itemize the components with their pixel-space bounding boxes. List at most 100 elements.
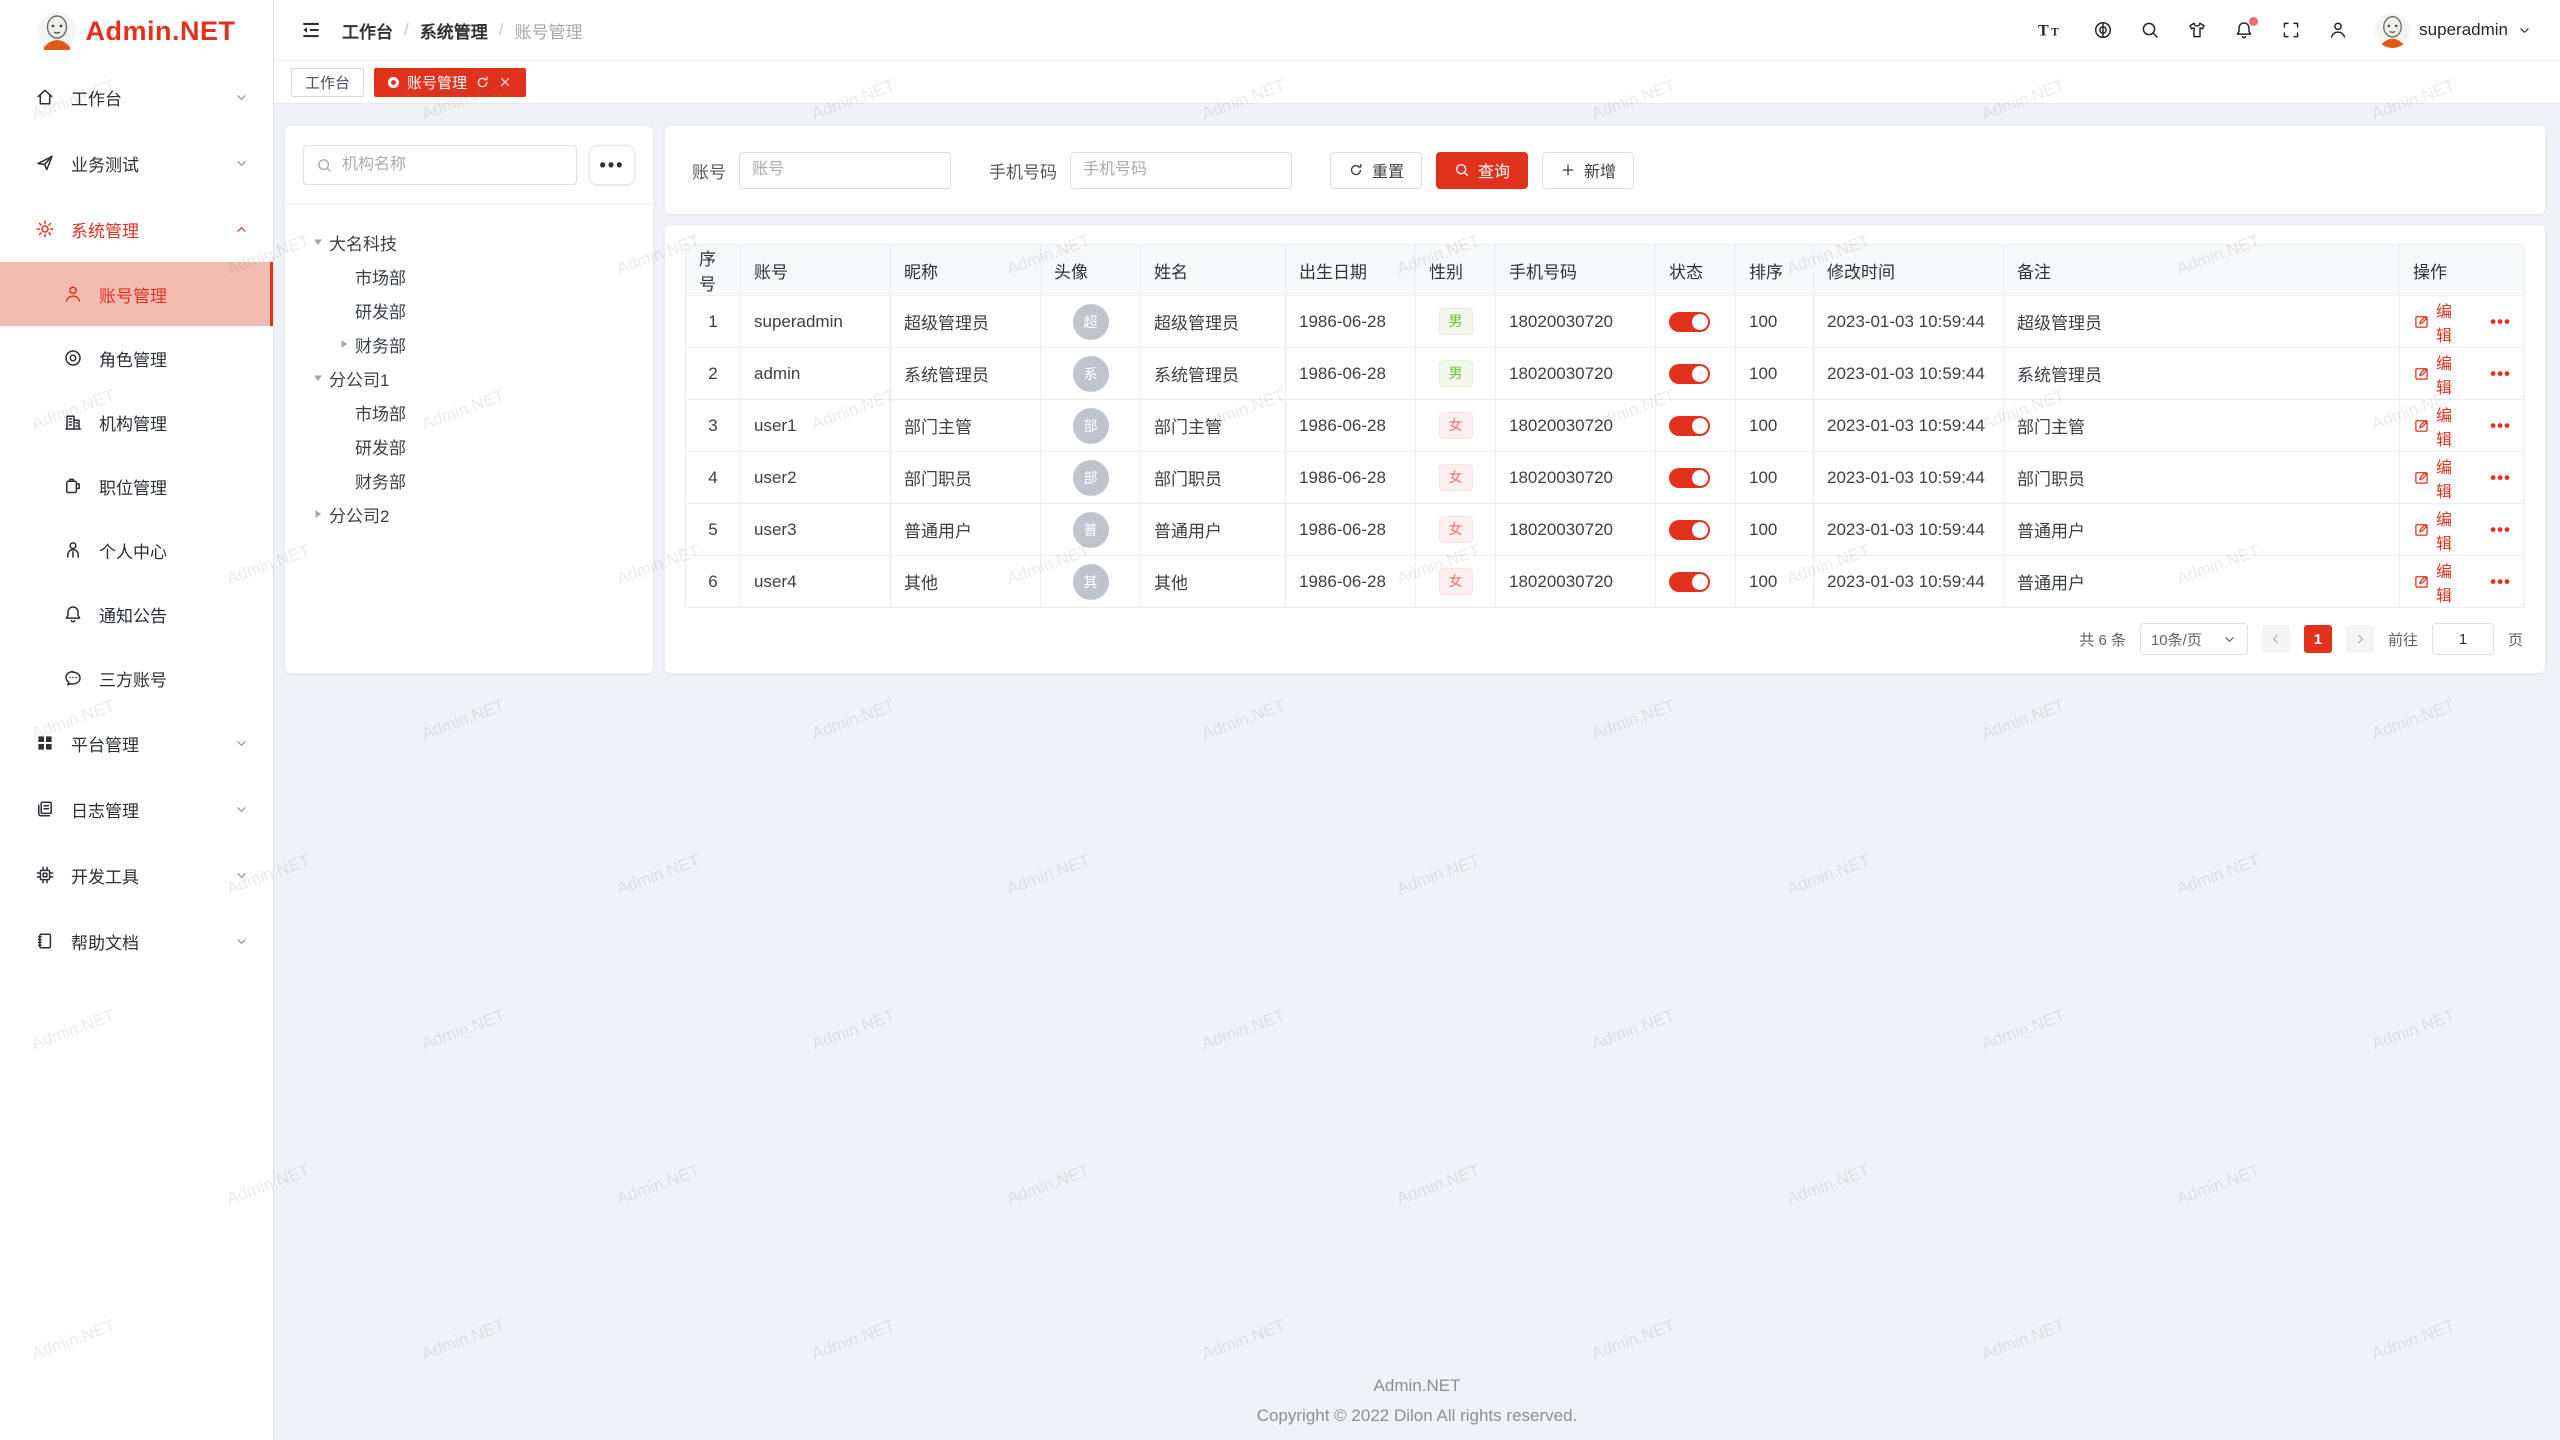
tree-node[interactable]: 财务部 [295,463,643,497]
cell-remark: 系统管理员 [2004,348,2400,400]
tab-workbench[interactable]: 工作台 [291,68,364,97]
edit-button[interactable]: 编辑 [2413,454,2467,502]
tab-account-mgmt[interactable]: 账号管理 [374,68,526,97]
add-button[interactable]: 新增 [1542,152,1634,189]
font-size-icon[interactable]: TT [2038,20,2066,40]
svg-text:T: T [2051,27,2059,39]
tree-node-label: 财务部 [355,468,406,493]
sidebar-item-system-mgmt[interactable]: 系统管理 [0,196,273,262]
tree-node[interactable]: 分公司2 [295,497,643,531]
notification-icon[interactable] [2234,20,2254,40]
sidebar-item-personal-center[interactable]: 个人中心 [0,518,273,582]
org-search-input[interactable] [342,156,564,174]
row-more-button[interactable]: ••• [2490,416,2511,436]
edit-button[interactable]: 编辑 [2413,350,2467,398]
table-row: 1superadmin超级管理员超超级管理员1986-06-28男1802003… [686,296,2525,348]
cell-status [1656,400,1736,452]
profile-icon[interactable] [2328,20,2348,40]
chevron-down-icon [234,934,249,949]
row-more-button[interactable]: ••• [2490,520,2511,540]
tree-node-label: 分公司1 [329,366,389,391]
status-toggle[interactable] [1669,364,1710,384]
sidebar-item-notice[interactable]: 通知公告 [0,582,273,646]
sidebar-item-third-party-account[interactable]: 三方账号 [0,646,273,710]
col-gender: 性别 [1416,245,1496,296]
breadcrumb-item[interactable]: 工作台 [342,18,393,43]
status-toggle[interactable] [1669,312,1710,332]
close-tab-icon[interactable] [498,75,512,89]
row-more-button[interactable]: ••• [2490,312,2511,332]
caret-right-icon[interactable] [333,338,355,350]
sidebar-item-dev-tools[interactable]: 开发工具 [0,842,273,908]
footer-title: Admin.NET [274,1376,2560,1396]
cell-name: 普通用户 [1141,504,1286,556]
goto-page-input[interactable] [2432,623,2494,655]
row-more-button[interactable]: ••• [2490,364,2511,384]
page-size-select[interactable]: 10条/页 [2140,623,2248,655]
language-icon[interactable] [2093,20,2113,40]
org-tree-panel: ••• 大名科技市场部研发部财务部分公司1市场部研发部财务部分公司2 [285,126,653,673]
user-menu[interactable]: superadmin [2375,13,2532,48]
account-label: 账号 [692,158,726,183]
status-toggle[interactable] [1669,468,1710,488]
caret-right-icon[interactable] [307,508,329,520]
cell-modified: 2023-01-03 10:59:44 [1814,556,2004,608]
account-input[interactable] [739,152,951,189]
phone-input[interactable] [1070,152,1292,189]
avatar: 其 [1073,564,1109,600]
sidebar-item-label: 角色管理 [99,346,249,371]
tree-node[interactable]: 市场部 [295,395,643,429]
refresh-tab-icon[interactable] [475,75,490,90]
sidebar-item-role-mgmt[interactable]: 角色管理 [0,326,273,390]
status-toggle[interactable] [1669,520,1710,540]
breadcrumb-item[interactable]: 系统管理 [420,18,488,43]
edit-button[interactable]: 编辑 [2413,506,2467,554]
position-icon [62,476,83,496]
table-row: 5user3普通用户普普通用户1986-06-28女18020030720100… [686,504,2525,556]
bell-icon [62,604,83,624]
sidebar-item-org-mgmt[interactable]: 机构管理 [0,390,273,454]
row-more-button[interactable]: ••• [2490,468,2511,488]
filter-panel: 账号 手机号码 重置 查询 [665,126,2545,214]
chevron-down-icon [234,736,249,751]
tree-node[interactable]: 分公司1 [295,361,643,395]
fullscreen-icon[interactable] [2281,20,2301,40]
status-toggle[interactable] [1669,416,1710,436]
sidebar-item-business-test[interactable]: 业务测试 [0,130,273,196]
collapse-sidebar-icon[interactable] [300,19,322,41]
page-number-current[interactable]: 1 [2304,625,2332,653]
sidebar-item-help-docs[interactable]: 帮助文档 [0,908,273,974]
tree-node[interactable]: 研发部 [295,293,643,327]
row-more-button[interactable]: ••• [2490,572,2511,592]
tab-bar: 工作台账号管理 [274,61,2560,104]
tree-node[interactable]: 大名科技 [295,225,643,259]
tree-node[interactable]: 研发部 [295,429,643,463]
cell-gender: 男 [1416,296,1496,348]
caret-down-icon[interactable] [307,372,329,384]
tree-more-button[interactable]: ••• [589,145,635,185]
search-icon[interactable] [2140,20,2160,40]
tree-node[interactable]: 市场部 [295,259,643,293]
status-toggle[interactable] [1669,572,1710,592]
avatar: 普 [1073,512,1109,548]
table-row: 3user1部门主管部部门主管1986-06-28女18020030720100… [686,400,2525,452]
cell-account: admin [741,348,891,400]
tree-node-label: 大名科技 [329,230,397,255]
sidebar-item-position-mgmt[interactable]: 职位管理 [0,454,273,518]
content: ••• 大名科技市场部研发部财务部分公司1市场部研发部财务部分公司2 账号 手机… [274,104,2560,1440]
edit-button[interactable]: 编辑 [2413,402,2467,450]
sidebar-item-platform-mgmt[interactable]: 平台管理 [0,710,273,776]
reset-button[interactable]: 重置 [1330,152,1422,189]
caret-down-icon[interactable] [307,236,329,248]
prev-page-button[interactable] [2262,625,2290,653]
next-page-button[interactable] [2346,625,2374,653]
search-button[interactable]: 查询 [1436,152,1528,189]
edit-button[interactable]: 编辑 [2413,298,2467,346]
sidebar-item-account-mgmt[interactable]: 账号管理 [0,262,273,326]
theme-icon[interactable] [2187,20,2207,40]
sidebar-item-log-mgmt[interactable]: 日志管理 [0,776,273,842]
edit-button[interactable]: 编辑 [2413,558,2467,606]
sidebar-item-workbench[interactable]: 工作台 [0,64,273,130]
svg-text:T: T [2038,23,2049,40]
tree-node[interactable]: 财务部 [295,327,643,361]
